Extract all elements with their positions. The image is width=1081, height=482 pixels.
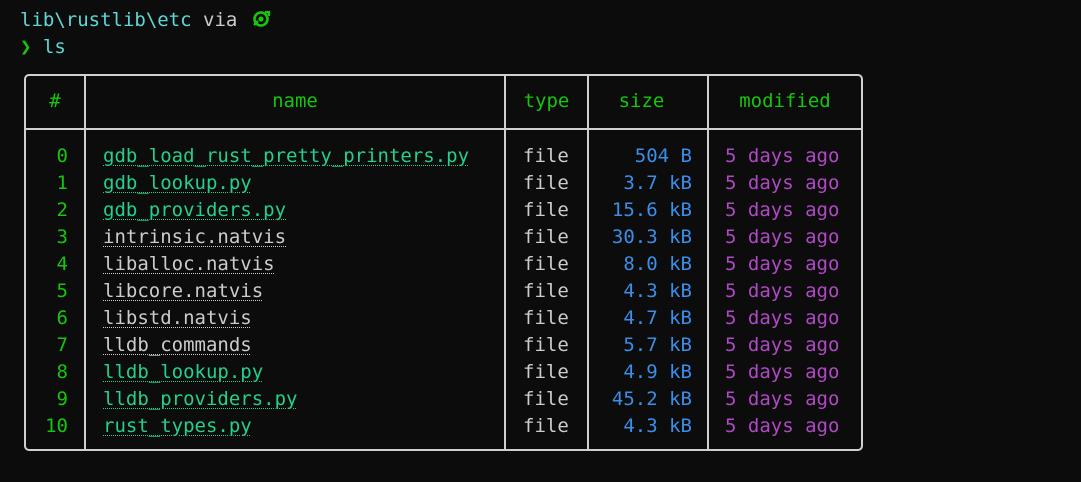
ls-output-table: # name type size modified 0 gdb_load_rust… bbox=[24, 74, 863, 451]
file-name[interactable]: gdb_lookup.py bbox=[103, 170, 252, 197]
header-divider bbox=[26, 128, 861, 130]
file-modified: 5 days ago bbox=[725, 226, 840, 248]
file-size: 30.3 kB bbox=[611, 226, 692, 248]
prompt-line: lib\rustlib\etc via bbox=[20, 8, 271, 32]
table-row: 2 gdb_providers.py file 15.6 kB 5 days ago bbox=[26, 197, 861, 224]
header-index: # bbox=[49, 90, 61, 112]
file-modified: 5 days ago bbox=[725, 415, 840, 437]
header-modified: modified bbox=[739, 90, 831, 112]
table-row: 5 libcore.natvis file 4.3 kB 5 days ago bbox=[26, 278, 861, 305]
file-name-text[interactable]: libcore.natvis bbox=[103, 280, 263, 302]
file-size: 4.3 kB bbox=[623, 280, 692, 302]
table-row: 0 gdb_load_rust_pretty_printers.py file 504… bbox=[26, 143, 861, 170]
file-name-text[interactable]: gdb_load_rust_pretty_printers.py bbox=[103, 145, 469, 167]
file-modified: 5 days ago bbox=[725, 388, 840, 410]
prompt-path: lib\rustlib\etc bbox=[20, 9, 192, 31]
row-index: 9 bbox=[56, 388, 68, 410]
file-modified: 5 days ago bbox=[725, 361, 840, 383]
table-row: 10 rust_types.py file 4.3 kB 5 days ago bbox=[26, 413, 861, 440]
file-name[interactable]: liballoc.natvis bbox=[103, 251, 275, 278]
file-type: file bbox=[523, 307, 569, 329]
file-size: 3.7 kB bbox=[623, 172, 692, 194]
file-name-text[interactable]: gdb_providers.py bbox=[103, 199, 286, 221]
file-name[interactable]: lldb_providers.py bbox=[103, 386, 297, 413]
table-row: 9 lldb_providers.py file 45.2 kB 5 days ago bbox=[26, 386, 861, 413]
file-type: file bbox=[523, 280, 569, 302]
file-name[interactable]: gdb_load_rust_pretty_printers.py bbox=[103, 143, 469, 170]
table-row: 7 lldb_commands file 5.7 kB 5 days ago bbox=[26, 332, 861, 359]
file-name[interactable]: libstd.natvis bbox=[103, 305, 252, 332]
table-row: 3 intrinsic.natvis file 30.3 kB 5 days ago bbox=[26, 224, 861, 251]
file-type: file bbox=[523, 172, 569, 194]
file-modified: 5 days ago bbox=[725, 172, 840, 194]
file-size: 8.0 kB bbox=[623, 253, 692, 275]
file-size: 4.7 kB bbox=[623, 307, 692, 329]
file-type: file bbox=[523, 199, 569, 221]
file-name[interactable]: rust_types.py bbox=[103, 413, 252, 440]
file-name[interactable]: intrinsic.natvis bbox=[103, 224, 286, 251]
file-name-text[interactable]: libstd.natvis bbox=[103, 307, 252, 329]
command-text: ls bbox=[42, 36, 66, 58]
row-index: 5 bbox=[56, 280, 68, 302]
file-name-text[interactable]: gdb_lookup.py bbox=[103, 172, 252, 194]
file-name-text[interactable]: intrinsic.natvis bbox=[103, 226, 286, 248]
table-row: 4 liballoc.natvis file 8.0 kB 5 days ago bbox=[26, 251, 861, 278]
header-type: type bbox=[523, 90, 570, 112]
row-index: 2 bbox=[56, 199, 68, 221]
row-index: 0 bbox=[56, 145, 68, 167]
row-index: 4 bbox=[56, 253, 68, 275]
file-name[interactable]: libcore.natvis bbox=[103, 278, 263, 305]
row-index: 7 bbox=[56, 334, 68, 356]
row-index: 10 bbox=[45, 415, 68, 437]
file-name-text[interactable]: rust_types.py bbox=[103, 415, 252, 437]
file-size: 15.6 kB bbox=[611, 199, 692, 221]
file-size: 4.3 kB bbox=[623, 415, 692, 437]
header-name: name bbox=[272, 90, 318, 112]
file-name[interactable]: gdb_providers.py bbox=[103, 197, 286, 224]
row-index: 6 bbox=[56, 307, 68, 329]
file-type: file bbox=[523, 361, 569, 383]
file-type: file bbox=[523, 253, 569, 275]
file-type: file bbox=[523, 226, 569, 248]
table-row: 6 libstd.natvis file 4.7 kB 5 days ago bbox=[26, 305, 861, 332]
file-size: 504 B bbox=[634, 145, 692, 167]
table-row: 1 gdb_lookup.py file 3.7 kB 5 days ago bbox=[26, 170, 861, 197]
rust-icon bbox=[252, 10, 270, 27]
file-type: file bbox=[523, 415, 569, 437]
file-name-text[interactable]: lldb_providers.py bbox=[103, 388, 297, 410]
command-line: ❯ ls bbox=[20, 35, 66, 59]
prompt-via: via bbox=[191, 9, 249, 31]
file-modified: 5 days ago bbox=[725, 307, 840, 329]
file-name-text[interactable]: liballoc.natvis bbox=[103, 253, 275, 275]
file-type: file bbox=[523, 334, 569, 356]
file-modified: 5 days ago bbox=[725, 334, 840, 356]
file-name-text[interactable]: lldb_commands bbox=[103, 334, 252, 356]
file-modified: 5 days ago bbox=[725, 145, 840, 167]
row-index: 1 bbox=[56, 172, 68, 194]
file-name[interactable]: lldb_commands bbox=[103, 332, 252, 359]
prompt-symbol: ❯ bbox=[20, 36, 32, 58]
file-size: 4.9 kB bbox=[623, 361, 692, 383]
table-row: 8 lldb_lookup.py file 4.9 kB 5 days ago bbox=[26, 359, 861, 386]
file-size: 45.2 kB bbox=[611, 388, 692, 410]
file-name[interactable]: lldb_lookup.py bbox=[103, 359, 263, 386]
file-size: 5.7 kB bbox=[623, 334, 692, 356]
file-modified: 5 days ago bbox=[725, 280, 840, 302]
header-size: size bbox=[618, 90, 665, 112]
row-index: 3 bbox=[56, 226, 68, 248]
file-modified: 5 days ago bbox=[725, 253, 840, 275]
file-modified: 5 days ago bbox=[725, 199, 840, 221]
file-name-text[interactable]: lldb_lookup.py bbox=[103, 361, 263, 383]
row-index: 8 bbox=[56, 361, 68, 383]
file-type: file bbox=[523, 388, 569, 410]
file-type: file bbox=[523, 145, 569, 167]
